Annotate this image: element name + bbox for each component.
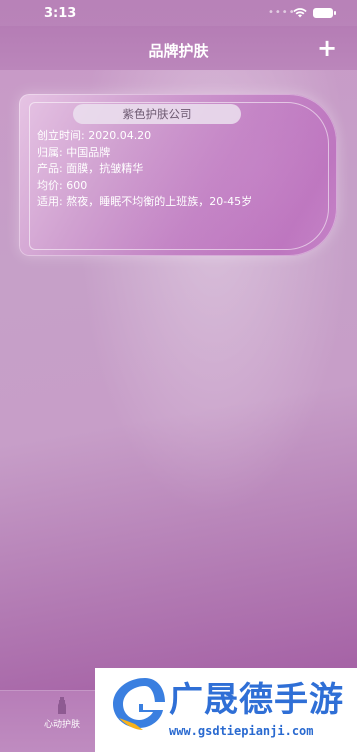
page-title: 品牌护肤 [148,42,209,60]
add-button[interactable]: + [313,34,341,62]
brand-card[interactable]: 紫色护肤公司 创立时间: 2020.04.20 归属: 中国品牌 产品: 面膜，… [19,94,337,256]
wifi-icon [293,8,307,18]
brand-price: 均价: 600 [37,178,88,192]
brand-audience: 适用: 熬夜，睡眠不均衡的上班族，20-45岁 [37,195,253,208]
brand-list: 紫色护肤公司 创立时间: 2020.04.20 归属: 中国品牌 产品: 面膜，… [0,70,357,690]
status-icons [293,8,336,18]
tab-skincare[interactable]: 心动护肤 [34,695,90,735]
watermark-url: www.gsdtiepianji.com [169,724,314,738]
status-time: 3:13 [44,6,77,21]
watermark-title: 广晟德手游 [169,680,344,720]
brand-founded: 创立时间: 2020.04.20 [37,129,152,142]
watermark-logo-icon [113,678,165,730]
status-bar: 3:13 •••• [0,0,357,26]
watermark: 广晟德手游 www.gsdtiepianji.com [95,668,357,752]
tab-label: 心动护肤 [43,720,80,730]
signal-dots: •••• [268,7,296,18]
brand-products: 产品: 面膜，抗皱精华 [37,162,144,175]
app-screen: 3:13 •••• 品牌护肤 + 紫色护肤公司 创立时间: 2020.04.20… [0,0,357,752]
nav-bar: 品牌护肤 + [0,26,357,71]
brand-details: 创立时间: 2020.04.20 归属: 中国品牌 产品: 面膜，抗皱精华 均价… [37,128,327,211]
bottle-icon [58,697,66,714]
brand-origin: 归属: 中国品牌 [37,145,111,159]
battery-icon [313,8,336,18]
brand-name: 紫色护肤公司 [73,104,241,124]
